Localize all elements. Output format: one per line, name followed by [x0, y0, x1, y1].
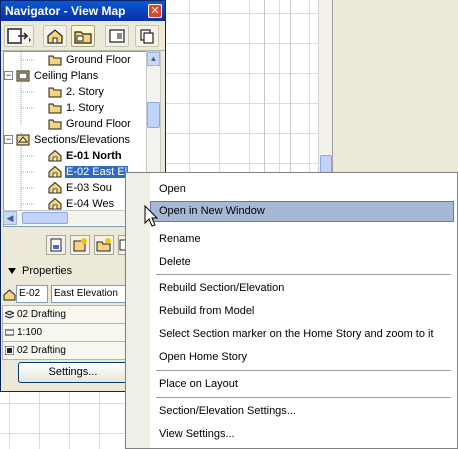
menu-separator [156, 397, 451, 398]
tree-item-label: Sections/Elevations [34, 134, 130, 146]
scale-row[interactable]: 1:100 [2, 323, 128, 342]
clone-view-button[interactable] [70, 235, 91, 255]
navigator-toolbar [1, 21, 165, 51]
publish-icon [7, 28, 31, 44]
clone-view-icon [73, 238, 88, 252]
menu-separator [156, 370, 451, 371]
layout-book-icon [109, 29, 125, 43]
tree-item-label: 2. Story [66, 86, 104, 98]
tree-item[interactable]: E-02 East El [48, 164, 129, 180]
folder-icon [48, 103, 62, 114]
scrollbar-thumb[interactable] [147, 102, 160, 128]
new-view-icon [50, 238, 62, 252]
properties-label: Properties [22, 265, 73, 277]
tree-item[interactable]: Ground Floor [48, 52, 132, 68]
tree-item-label: Ground Floor [66, 54, 131, 66]
view-id-field[interactable]: E-02 [16, 285, 48, 303]
tree-item[interactable]: 1. Story [48, 100, 105, 116]
menu-item-place-on-layout[interactable]: Place on Layout [150, 374, 454, 395]
menu-item-select-section-marker[interactable]: Select Section marker on the Home Story … [150, 324, 454, 345]
tree-item-label: 1. Story [66, 102, 104, 114]
scrollbar-thumb[interactable] [22, 212, 68, 224]
house-icon [48, 197, 62, 210]
tree-item-label: Ground Floor [66, 118, 131, 130]
menu-item-view-settings[interactable]: View Settings... [150, 424, 454, 445]
close-button[interactable]: ✕ [148, 4, 162, 18]
layer-combination-value: 02 Drafting [17, 309, 66, 320]
ceiling-plan-icon [16, 70, 30, 82]
view-name-field[interactable]: East Elevation [51, 285, 129, 303]
menu-item-delete[interactable]: Delete [150, 252, 454, 273]
layout-book-button[interactable] [105, 25, 129, 47]
scroll-left-button[interactable]: ◀ [3, 211, 17, 225]
menu-item-rename[interactable]: Rename [150, 229, 454, 250]
context-menu: Open Open in New Window Rename Delete Re… [125, 172, 458, 449]
folder-icon [48, 87, 62, 98]
menu-item-open[interactable]: Open [150, 179, 454, 200]
scale-icon [5, 329, 14, 336]
publisher-sets-button[interactable] [135, 25, 159, 47]
pen-set-icon [5, 346, 14, 355]
view-map-button[interactable] [71, 25, 95, 47]
menu-item-rebuild-from-model[interactable]: Rebuild from Model [150, 301, 454, 322]
mouse-cursor-icon [144, 205, 159, 227]
menu-item-open-in-new-window[interactable]: Open in New Window [150, 201, 454, 222]
folder-icon [48, 119, 62, 130]
tree-item-label: E-04 Wes [66, 198, 115, 210]
tree-item-label: E-02 East El [65, 166, 129, 178]
collapse-triangle-icon [8, 268, 16, 275]
new-view-button[interactable] [46, 235, 66, 255]
layer-combination-row[interactable]: 02 Drafting [2, 305, 128, 324]
close-icon: ✕ [150, 5, 160, 17]
tree-item-label: E-03 Sou [66, 182, 112, 194]
settings-button[interactable]: Settings... [18, 362, 128, 383]
layers-icon [5, 310, 14, 319]
pen-set-value: 02 Drafting [17, 345, 66, 356]
scroll-up-button[interactable]: ▲ [147, 52, 160, 66]
house-icon [48, 165, 62, 178]
house-icon [3, 289, 16, 301]
tree-item[interactable]: E-03 Sou [48, 180, 113, 196]
collapse-toggle[interactable]: − [4, 70, 13, 80]
project-map-button[interactable] [43, 25, 67, 47]
scroll-left-icon: ◀ [6, 213, 14, 223]
window-title: Navigator - View Map [5, 4, 126, 18]
house-icon [48, 181, 62, 194]
new-folder-icon [96, 238, 112, 252]
project-map-icon [47, 29, 63, 44]
menu-item-section-settings[interactable]: Section/Elevation Settings... [150, 401, 454, 422]
folder-icon [48, 55, 62, 66]
sections-icon [16, 134, 30, 146]
scale-value: 1:100 [17, 327, 43, 338]
menu-item-rebuild-section[interactable]: Rebuild Section/Elevation [150, 278, 454, 299]
house-icon [48, 149, 62, 162]
publisher-sets-icon [140, 29, 154, 44]
tree-item[interactable]: E-01 North [48, 148, 123, 164]
navigator-action-bar [46, 235, 127, 255]
tree-item-label: E-01 North [66, 150, 122, 162]
view-map-icon [74, 31, 92, 44]
tree-item[interactable]: 2. Story [48, 84, 105, 100]
tree-item[interactable]: − Ceiling Plans [4, 68, 99, 84]
menu-separator [156, 274, 451, 275]
menu-item-open-home-story[interactable]: Open Home Story [150, 347, 454, 368]
tree-item-label: Ceiling Plans [34, 70, 99, 82]
publish-button[interactable] [4, 25, 34, 47]
navigator-titlebar[interactable]: Navigator - View Map ✕ [1, 1, 165, 21]
collapse-toggle[interactable]: − [4, 134, 13, 144]
scroll-up-icon: ▲ [149, 54, 158, 63]
tree-item[interactable]: Ground Floor [48, 116, 132, 132]
tree-item[interactable]: − Sections/Elevations [4, 132, 131, 148]
new-folder-button[interactable] [94, 235, 115, 255]
properties-header[interactable]: Properties [8, 265, 72, 277]
pen-set-row[interactable]: 02 Drafting [2, 341, 128, 360]
